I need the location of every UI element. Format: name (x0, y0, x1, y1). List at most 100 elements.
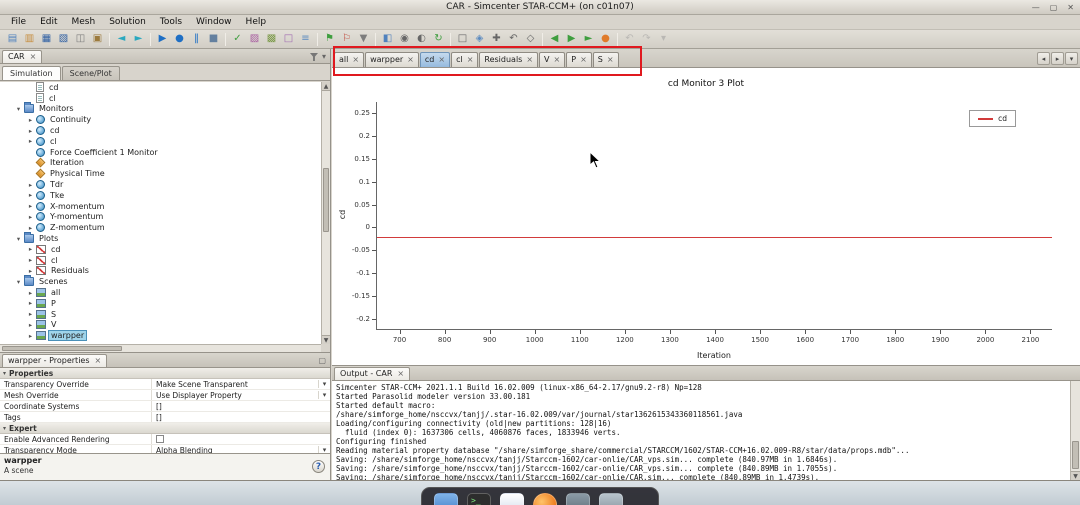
pause-button[interactable]: ‖ (188, 31, 205, 47)
selection-tool-button[interactable]: □ (454, 31, 471, 47)
scroll-down-icon[interactable]: ▼ (1071, 471, 1080, 480)
update-scene-button[interactable]: ↻ (430, 31, 447, 47)
close-icon[interactable]: × (554, 55, 561, 64)
menu-solution[interactable]: Solution (102, 16, 153, 28)
create-scene-button[interactable]: ◧ (379, 31, 396, 47)
tab-scene-plot[interactable]: Scene/Plot (61, 66, 120, 80)
tree-item-cd[interactable]: ▸ cd (0, 244, 321, 255)
tree-item-physical-time[interactable]: Physical Time (0, 168, 321, 179)
menu-file[interactable]: File (4, 16, 33, 28)
zoom-box-button[interactable]: ◈ (471, 31, 488, 47)
scroll-tabs-left-button[interactable]: ◂ (1037, 52, 1050, 65)
doc-tab-p[interactable]: P × (566, 52, 592, 67)
close-icon[interactable]: × (407, 55, 414, 64)
fit-view-button[interactable]: ◇ (522, 31, 539, 47)
menu-tools[interactable]: Tools (153, 16, 189, 28)
close-button[interactable]: ✕ (1067, 1, 1074, 14)
scrollbar-thumb[interactable] (323, 168, 329, 232)
help-button[interactable]: ? (312, 460, 325, 473)
scroll-down-icon[interactable]: ▼ (322, 335, 330, 344)
tree-item-s[interactable]: ▸ S (0, 309, 321, 320)
tree-horizontal-scrollbar[interactable] (0, 344, 321, 352)
tab-simulation[interactable]: Simulation (2, 66, 61, 80)
doc-tab-v[interactable]: V × (539, 52, 566, 67)
back-button[interactable]: ◄ (113, 31, 130, 47)
step-button[interactable]: ▶ (154, 31, 171, 47)
close-icon[interactable]: × (352, 55, 359, 64)
record-button[interactable]: ● (597, 31, 614, 47)
close-icon[interactable]: × (526, 55, 533, 64)
tree-item-tke[interactable]: ▸ Tke (0, 190, 321, 201)
dropdown-icon[interactable]: ▾ (318, 380, 330, 388)
paste-button[interactable]: ▣ (89, 31, 106, 47)
step-back-button[interactable]: ◀ (546, 31, 563, 47)
save-all-button[interactable]: ▧ (55, 31, 72, 47)
close-icon[interactable]: × (30, 52, 37, 61)
clear-solution-button[interactable]: ⚐ (338, 31, 355, 47)
expander-icon[interactable]: ▾ (14, 105, 23, 113)
filter-icon[interactable] (309, 53, 318, 61)
dropdown-icon[interactable]: ▾ (318, 391, 330, 399)
new-simulation-button[interactable]: ▤ (4, 31, 21, 47)
output-console[interactable]: Simcenter STAR-CCM+ 2021.1.1 Build 16.02… (332, 381, 1080, 480)
expander-icon[interactable]: ▸ (26, 256, 35, 264)
doc-tab-cd[interactable]: cd × (419, 52, 451, 67)
redo-button[interactable]: ↷ (638, 31, 655, 47)
generate-volume-mesh-button[interactable]: ▩ (263, 31, 280, 47)
float-window-icon[interactable]: ▢ (318, 357, 326, 365)
expander-icon[interactable]: ▾ (14, 278, 23, 286)
initialize-solution-button[interactable]: ⚑ (321, 31, 338, 47)
settings-icon[interactable] (599, 493, 623, 505)
tree-item-all[interactable]: ▸ all (0, 287, 321, 298)
doc-tab-residuals[interactable]: Residuals × (479, 52, 539, 67)
tree-item-warpper[interactable]: ▸ warpper (0, 330, 321, 342)
expander-icon[interactable]: ▸ (26, 202, 35, 210)
expander-icon[interactable]: ▸ (26, 245, 35, 253)
scrollbar-thumb[interactable] (2, 346, 122, 351)
tree-item-monitors[interactable]: ▾ Monitors (0, 102, 321, 115)
expander-icon[interactable]: ▸ (26, 127, 35, 135)
properties-tab[interactable]: warpper - Properties × (2, 354, 108, 367)
tree-item-p[interactable]: ▸ P (0, 298, 321, 309)
menu-edit[interactable]: Edit (33, 16, 64, 28)
menu-window[interactable]: Window (189, 16, 239, 28)
close-icon[interactable]: × (95, 356, 102, 365)
expander-icon[interactable]: ▸ (26, 116, 35, 124)
forward-button[interactable]: ► (130, 31, 147, 47)
doc-tab-warpper[interactable]: warpper × (365, 52, 419, 67)
scrollbar-thumb[interactable] (1072, 441, 1079, 469)
plot-canvas[interactable]: cd Monitor 3 Plot cd 700 800 900 1000 1100 12… (332, 68, 1080, 366)
maximize-button[interactable]: ▢ (1050, 1, 1058, 14)
close-icon[interactable]: × (580, 55, 587, 64)
doc-tab-all[interactable]: all × (334, 52, 365, 67)
explorer-tab-car[interactable]: CAR × (2, 50, 43, 63)
close-icon[interactable]: × (467, 55, 474, 64)
doc-tab-s[interactable]: S × (592, 52, 619, 67)
more-tools-button[interactable]: ▾ (655, 31, 672, 47)
expander-icon[interactable]: ▸ (26, 267, 35, 275)
rotate-view-button[interactable]: ↶ (505, 31, 522, 47)
tree-vertical-scrollbar[interactable]: ▲ ▼ (321, 82, 330, 344)
section-header-expert[interactable]: ▾ Expert (0, 423, 330, 434)
terminal-icon[interactable] (467, 493, 491, 505)
tree-item-plots[interactable]: ▾ Plots (0, 232, 321, 244)
section-header-properties[interactable]: ▾ Properties (0, 368, 330, 379)
tree-item-cl[interactable]: cl (0, 93, 321, 104)
menu-help[interactable]: Help (239, 16, 274, 28)
load-simulation-button[interactable]: ▥ (21, 31, 38, 47)
files-icon[interactable] (434, 493, 458, 505)
doc-tab-cl[interactable]: cl × (451, 52, 479, 67)
clear-generated-meshes-button[interactable]: □ (280, 31, 297, 47)
tree-item-tdr[interactable]: ▸ Tdr (0, 179, 321, 190)
mesh-pipeline-button[interactable]: ≡ (297, 31, 314, 47)
tree-item-y-momentum[interactable]: ▸ Y-momentum (0, 212, 321, 223)
stop-button[interactable]: ■ (205, 31, 222, 47)
run-button[interactable]: ● (171, 31, 188, 47)
auto-save-button[interactable]: ▼ (355, 31, 372, 47)
minimize-button[interactable]: — (1032, 1, 1040, 14)
play-solution-history-button[interactable]: ▶ (563, 31, 580, 47)
checkbox-unchecked[interactable] (156, 435, 164, 443)
expander-icon[interactable]: ▸ (26, 181, 35, 189)
expander-icon[interactable]: ▸ (26, 332, 35, 340)
tree-item-iteration[interactable]: Iteration (0, 158, 321, 169)
